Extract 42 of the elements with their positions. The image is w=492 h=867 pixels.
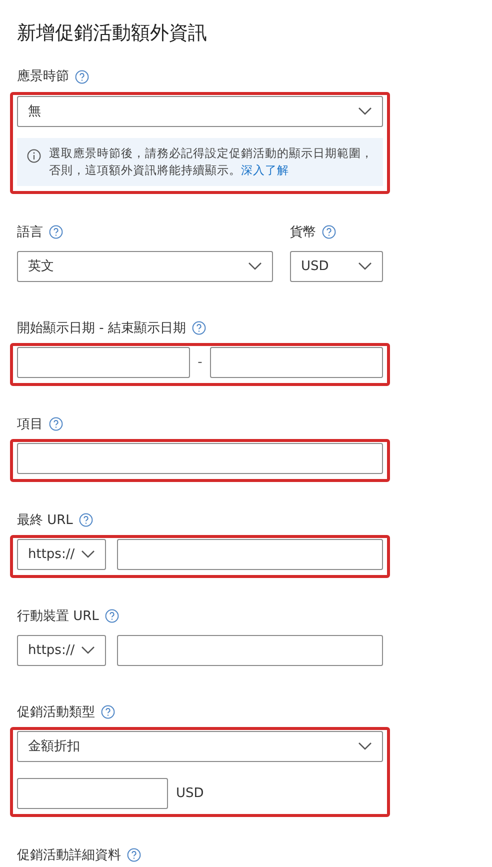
field-label: 最終 URL: [17, 512, 73, 530]
input-field[interactable]: [116, 635, 383, 666]
caret-icon: [80, 646, 95, 656]
field-label: 促銷活動類型: [17, 704, 95, 722]
caret-icon: [80, 550, 95, 560]
caret-icon: [358, 106, 372, 116]
help-icon[interactable]: [101, 705, 115, 720]
field-label: 應景時節: [17, 68, 69, 86]
field-label: 促銷活動詳細資料: [17, 846, 121, 865]
input-field[interactable]: [17, 347, 190, 378]
dropdown[interactable]: 無: [17, 96, 383, 127]
input-field[interactable]: [17, 443, 383, 474]
field-label: 語言: [17, 224, 43, 242]
help-icon[interactable]: [127, 848, 141, 862]
page-title: 新增促銷活動額外資訊: [17, 22, 208, 45]
field-label: 項目: [17, 416, 43, 434]
input-field[interactable]: [210, 347, 383, 378]
info-text: 選取應景時節後，請務必記得設定促銷活動的顯示日期範圍，否則，這項額外資訊將能持續顯示。深入了解: [49, 144, 373, 180]
help-icon[interactable]: [75, 70, 89, 84]
help-icon[interactable]: [322, 225, 336, 240]
help-icon[interactable]: [192, 321, 206, 336]
dropdown[interactable]: USD: [290, 251, 383, 282]
help-icon[interactable]: [49, 225, 63, 240]
field-label: 行動裝置 URL: [17, 608, 99, 626]
field-label: 開始顯示日期 - 結束顯示日期: [17, 320, 186, 338]
input-field[interactable]: [17, 778, 168, 810]
caret-icon: [248, 262, 262, 272]
field-label: 貨幣: [290, 224, 316, 242]
learn-more-link[interactable]: 深入了解: [241, 163, 289, 178]
caret-icon: [358, 742, 372, 752]
protocol-dropdown[interactable]: https://: [17, 539, 106, 570]
help-icon[interactable]: [49, 417, 63, 432]
info-icon: [27, 148, 41, 163]
unit-label: USD: [176, 785, 204, 804]
help-icon[interactable]: [78, 513, 93, 528]
help-icon[interactable]: [104, 609, 119, 624]
dropdown[interactable]: 金額折扣: [17, 731, 383, 762]
caret-icon: [358, 262, 372, 272]
dropdown[interactable]: 英文: [17, 251, 273, 282]
input-field[interactable]: [116, 539, 383, 570]
protocol-dropdown[interactable]: https://: [17, 635, 106, 666]
range-separator: -: [196, 354, 204, 372]
